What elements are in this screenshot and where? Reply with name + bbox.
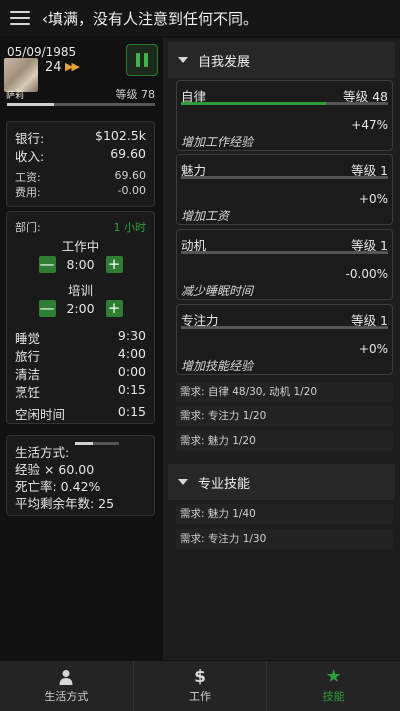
skill-progress-bar — [181, 102, 388, 105]
training-time: 2:00 — [66, 301, 95, 316]
skill-progress-bar — [181, 251, 388, 254]
collapse-triangle-icon — [178, 479, 188, 485]
cook-value: 0:15 — [117, 382, 146, 397]
person-icon — [58, 669, 74, 685]
free-time-value: 0:15 — [117, 404, 146, 419]
bottom-nav: 生活方式 $ 工作 ★ 技能 — [0, 661, 400, 711]
cook-label: 烹饪 — [15, 385, 41, 400]
tab-skills[interactable]: ★ 技能 — [267, 661, 400, 711]
schedule-row: 睡觉 9:30 — [15, 328, 146, 347]
level-progress-bar — [7, 103, 155, 106]
schedule-card: 部门: 1 小时 工作中 — 8:00 + 培训 — 2:00 + 睡觉 9:30 … — [6, 211, 155, 424]
income-value: 69.60 — [110, 146, 146, 161]
skill-bonus: +0% — [358, 342, 388, 356]
work-time: 8:00 — [66, 257, 95, 272]
avatar — [4, 58, 38, 92]
work-minus-button[interactable]: — — [38, 256, 56, 273]
star-icon: ★ — [325, 665, 342, 687]
current-date: 05/09/1985 — [7, 45, 77, 59]
department-hours: 1 小时 — [113, 221, 147, 234]
training-minus-button[interactable]: — — [38, 300, 56, 317]
dollar-icon: $ — [194, 666, 206, 687]
skill-bonus: -0.00% — [345, 267, 388, 281]
tab-lifestyle[interactable]: 生活方式 — [0, 661, 133, 711]
expense-value: -0.00 — [117, 184, 146, 197]
schedule-row: 清洁 0:00 — [15, 364, 146, 383]
salary-label: 工资: — [15, 171, 41, 184]
tab-label: 技能 — [322, 689, 345, 703]
bank-label: 银行: — [15, 131, 45, 146]
age-value: 24 — [45, 60, 62, 75]
menu-icon[interactable] — [10, 7, 30, 29]
training-label: 培训 — [67, 283, 93, 298]
travel-label: 旅行 — [15, 349, 41, 364]
years-remaining: 平均剩余年数: 25 — [15, 496, 115, 511]
sleep-label: 睡觉 — [15, 331, 41, 346]
pause-button[interactable] — [126, 44, 158, 76]
skills-panel: 自我发展 自律 等级 48 +47% 增加工作经验 魅力 等级 1 +0% 增加… — [163, 38, 400, 660]
work-plus-button[interactable]: + — [105, 256, 123, 273]
finance-card: 银行: $102.5k 收入: 69.60 工资: 69.60 费用: -0.00 — [6, 121, 155, 207]
training-stepper: — 2:00 + — [7, 300, 154, 317]
skill-effect: 减少睡眠时间 — [181, 284, 254, 298]
locked-skill-requirement: 需求: 专注力 1/20 — [176, 406, 393, 426]
fast-forward-icon[interactable]: ▶▶ — [65, 60, 80, 73]
salary-value: 69.60 — [114, 169, 147, 182]
self-development-header[interactable]: 自我发展 — [168, 42, 395, 78]
skill-bonus: +47% — [351, 118, 388, 132]
bank-value: $102.5k — [95, 128, 146, 143]
locked-skill-requirement: 需求: 魅力 1/20 — [176, 431, 393, 451]
section-title: 自我发展 — [198, 54, 251, 70]
skill-effect: 增加技能经验 — [181, 359, 254, 373]
work-label: 工作中 — [61, 239, 100, 254]
free-time-row: 空闲时间 0:15 — [15, 404, 146, 423]
tab-label: 工作 — [189, 689, 211, 703]
free-time-label: 空闲时间 — [15, 407, 66, 422]
sleep-value: 9:30 — [117, 328, 146, 343]
skill-effect: 增加工作经验 — [181, 135, 254, 149]
training-plus-button[interactable]: + — [105, 300, 123, 317]
department-label: 部门: — [15, 221, 41, 234]
skill-bonus: +0% — [358, 192, 388, 206]
clean-value: 0:00 — [117, 364, 146, 379]
section-title: 专业技能 — [198, 476, 251, 492]
top-bar: ‹填满，没有人注意到任何不同。 — [0, 0, 400, 36]
schedule-row: 烹饪 0:15 — [15, 382, 146, 401]
news-ticker: ‹填满，没有人注意到任何不同。 — [42, 9, 259, 28]
left-panel: 05/09/1985 萨莉 24 ▶▶ 等级 78 银行: $102.5k 收入:… — [0, 38, 162, 660]
skill-card-motivation[interactable]: 动机 等级 1 -0.00% 减少睡眠时间 — [176, 229, 393, 300]
collapse-triangle-icon — [178, 57, 188, 63]
travel-value: 4:00 — [117, 346, 146, 361]
schedule-row: 旅行 4:00 — [15, 346, 146, 365]
skill-card-charisma[interactable]: 魅力 等级 1 +0% 增加工资 — [176, 154, 393, 225]
locked-skill-requirement: 需求: 魅力 1/40 — [176, 504, 393, 524]
lifestyle-card: 生活方式: 经验 × 60.00 死亡率: 0.42% 平均剩余年数: 25 — [6, 435, 155, 516]
skill-card-discipline[interactable]: 自律 等级 48 +47% 增加工作经验 — [176, 80, 393, 151]
avatar-name: 萨莉 — [6, 91, 25, 101]
skill-progress-bar — [181, 326, 388, 329]
skill-progress-bar — [181, 176, 388, 179]
lifestyle-bar — [75, 442, 120, 445]
clean-label: 清洁 — [15, 367, 41, 382]
tab-label: 生活方式 — [44, 689, 89, 703]
locked-skill-requirement: 需求: 专注力 1/30 — [176, 529, 393, 549]
professional-skills-header[interactable]: 专业技能 — [168, 464, 395, 500]
income-label: 收入: — [15, 149, 45, 164]
pause-icon — [136, 53, 140, 67]
skill-effect: 增加工资 — [181, 209, 230, 223]
locked-skill-requirement: 需求: 自律 48/30, 动机 1/20 — [176, 382, 393, 402]
work-stepper: — 8:00 + — [7, 256, 154, 273]
player-level: 等级 78 — [115, 88, 156, 101]
tab-work[interactable]: $ 工作 — [134, 661, 267, 711]
skill-card-focus[interactable]: 专注力 等级 1 +0% 增加技能经验 — [176, 304, 393, 375]
expense-label: 费用: — [15, 186, 41, 199]
